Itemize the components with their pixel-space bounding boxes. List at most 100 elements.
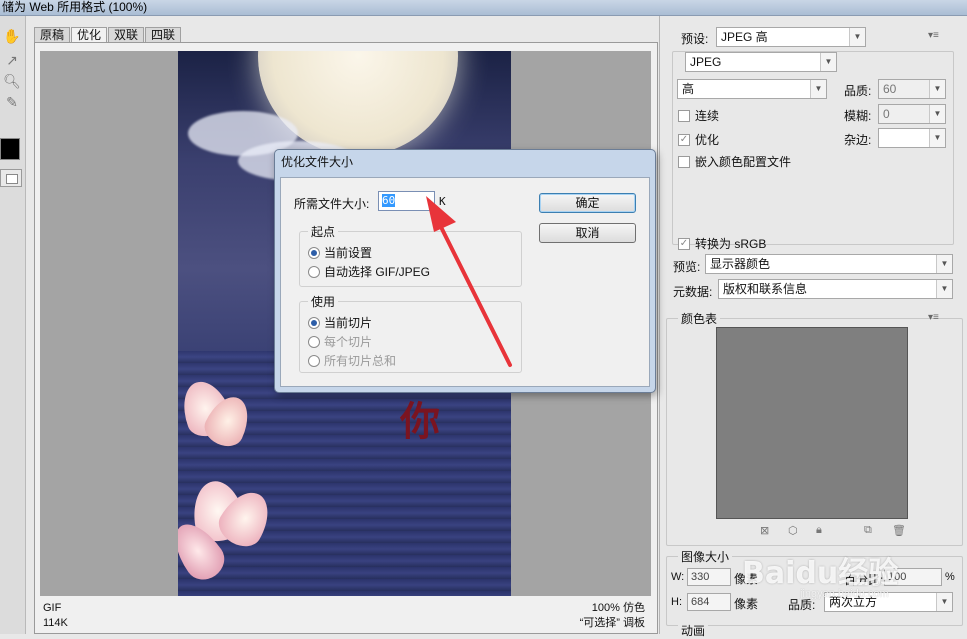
baidu-jingyan-watermark: Baidu经验 xyxy=(742,548,898,592)
image-size-title: 图像大小 xyxy=(678,548,733,565)
zoom-dither-readout: 100% 仿色 xyxy=(591,602,645,614)
preset-value: JPEG 高 xyxy=(721,30,768,44)
convert-srgb-label: 转换为 sRGB xyxy=(695,237,767,251)
checkbox-box xyxy=(678,109,690,122)
arrow-head xyxy=(426,196,456,232)
format-readout: GIF xyxy=(43,602,62,614)
quality-level-select[interactable]: 高 ▼ xyxy=(677,79,827,99)
progressive-checkbox[interactable]: 连续 xyxy=(678,107,719,124)
dialog-title: 优化文件大小 xyxy=(281,155,354,169)
quality-input[interactable]: 60 ▼ xyxy=(878,79,946,99)
checkbox-box xyxy=(678,155,690,168)
color-table-swatch[interactable] xyxy=(716,327,908,519)
radio-each-slice[interactable]: 每个切片 xyxy=(308,333,372,350)
preview-label: 预览: xyxy=(673,260,701,274)
title-bar: 储为 Web 所用格式 (100%) xyxy=(0,0,967,16)
eyedropper-tool-icon[interactable]: ✎ xyxy=(1,92,23,112)
lock-color-icon[interactable]: 🔒︎ xyxy=(816,524,822,537)
radio-label: 每个切片 xyxy=(324,335,373,349)
ok-button[interactable]: 确定 xyxy=(539,193,636,213)
preview-select[interactable]: 显示器颜色 ▼ xyxy=(705,254,953,274)
radio-label: 当前设置 xyxy=(324,246,373,260)
blur-label: 模糊: xyxy=(844,109,872,123)
toggle-slices-visibility-button[interactable] xyxy=(0,169,22,187)
chevron-down-icon: ▼ xyxy=(929,80,945,98)
file-size-readout: 114K xyxy=(43,617,68,629)
embed-color-profile-checkbox[interactable]: 嵌入颜色配置文件 xyxy=(678,153,791,170)
cancel-button[interactable]: 取消 xyxy=(539,223,636,243)
selectable-palette-readout: “可选择” 调板 xyxy=(579,617,645,629)
metadata-select[interactable]: 版权和联系信息 ▼ xyxy=(718,279,953,299)
radio-total-of-all-slices[interactable]: 所有切片总和 xyxy=(308,352,396,369)
optimized-checkbox[interactable]: ✓ 优化 xyxy=(678,131,719,148)
tab-optimized[interactable]: 优化 xyxy=(71,27,108,43)
radio-label: 所有切片总和 xyxy=(324,354,397,368)
new-color-icon[interactable]: ⧉ xyxy=(864,524,872,537)
panel-menu-icon[interactable]: ▾≡ xyxy=(928,30,939,41)
trash-icon[interactable]: 🗑︎ xyxy=(892,524,906,537)
optimized-info-right: 100% 仿色 “可选择” 调板 xyxy=(580,601,645,631)
matte-select[interactable]: ▼ xyxy=(878,128,946,148)
radio-dot xyxy=(308,246,320,259)
blur-input[interactable]: 0 ▼ xyxy=(878,104,946,124)
chevron-down-icon: ▼ xyxy=(810,80,826,98)
image-text: 你 xyxy=(400,398,440,445)
width-input[interactable]: 330 xyxy=(687,568,731,586)
web-snap-icon[interactable]: ⬡ xyxy=(788,524,798,537)
color-table-menu-icon[interactable]: ▾≡ xyxy=(928,312,939,323)
chevron-down-icon: ▼ xyxy=(936,255,952,273)
desired-size-value: 60 xyxy=(382,194,396,207)
color-table-title: 颜色表 xyxy=(678,310,721,327)
zoom-tool-icon[interactable]: 🔍︎ xyxy=(1,71,23,91)
chevron-down-icon: ▼ xyxy=(929,105,945,123)
start-with-title: 起点 xyxy=(308,223,339,240)
use-title: 使用 xyxy=(308,293,339,310)
watermark-text: Baidu经验 xyxy=(742,556,899,591)
preview-value: 显示器颜色 xyxy=(710,257,771,271)
radio-label: 当前切片 xyxy=(324,316,373,330)
optimized-info-left: GIF 114K xyxy=(43,601,68,631)
checkbox-box: ✓ xyxy=(678,237,690,250)
animation-title: 动画 xyxy=(678,622,709,639)
height-unit: 像素 xyxy=(734,597,759,611)
matte-label: 杂边: xyxy=(844,133,872,147)
eyedropper-color-swatch[interactable] xyxy=(0,138,20,160)
view-tabs: 原稿 优化 双联 四联 xyxy=(34,27,182,43)
chevron-down-icon: ▼ xyxy=(936,593,952,611)
quality-level-value: 高 xyxy=(682,82,695,96)
checkbox-box: ✓ xyxy=(678,133,690,146)
width-label: W: xyxy=(671,571,685,583)
slice-select-tool-icon[interactable]: ↗ xyxy=(1,50,23,70)
tab-2-up[interactable]: 双联 xyxy=(108,27,145,43)
chevron-down-icon: ▼ xyxy=(929,129,945,147)
progressive-label: 连续 xyxy=(695,109,720,123)
format-select[interactable]: JPEG ▼ xyxy=(685,52,837,72)
chevron-down-icon: ▼ xyxy=(936,280,952,298)
desired-size-label: 所需文件大小: xyxy=(294,197,370,211)
metadata-label: 元数据: xyxy=(673,285,713,299)
arrow-shaft xyxy=(433,213,512,367)
chevron-down-icon: ▼ xyxy=(820,53,836,71)
radio-dot xyxy=(308,265,320,278)
metadata-value: 版权和联系信息 xyxy=(723,282,808,296)
chevron-down-icon: ▼ xyxy=(849,28,865,46)
radio-current-settings[interactable]: 当前设置 xyxy=(308,244,372,261)
blur-value: 0 xyxy=(883,107,890,121)
convert-srgb-checkbox[interactable]: ✓ 转换为 sRGB xyxy=(678,235,766,252)
tab-original[interactable]: 原稿 xyxy=(34,27,71,43)
tab-4-up[interactable]: 四联 xyxy=(145,27,182,43)
window-title: 储为 Web 所用格式 (100%) xyxy=(2,0,148,14)
preset-select[interactable]: JPEG 高 ▼ xyxy=(716,27,866,47)
embed-color-profile-label: 嵌入颜色配置文件 xyxy=(695,155,792,169)
format-value: JPEG xyxy=(690,55,722,69)
radio-current-slice[interactable]: 当前切片 xyxy=(308,314,372,331)
quality-value: 60 xyxy=(883,82,897,96)
hand-tool-icon[interactable]: ✋ xyxy=(1,26,23,46)
height-label: H: xyxy=(671,596,682,608)
red-arrow-annotation xyxy=(426,196,512,367)
quality-label: 品质: xyxy=(844,84,872,98)
map-color-icon[interactable]: ⊠ xyxy=(760,524,769,537)
optimized-label: 优化 xyxy=(695,133,720,147)
height-input[interactable]: 684 xyxy=(687,593,731,611)
radio-dot xyxy=(308,354,320,367)
